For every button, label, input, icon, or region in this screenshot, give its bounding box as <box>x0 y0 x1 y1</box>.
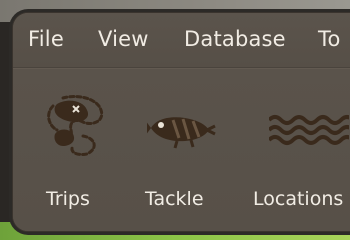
tackle-button[interactable]: Tackle <box>143 90 233 230</box>
locations-button[interactable]: Locations <box>253 90 350 230</box>
app-window: File View Database To Trips Tackle Locat… <box>12 12 350 232</box>
water-waves-icon <box>269 115 349 145</box>
fishing-lure-icon <box>147 117 216 149</box>
menu-bar: File View Database To <box>13 13 350 68</box>
trips-button[interactable]: Trips <box>41 90 121 230</box>
menu-file[interactable]: File <box>28 27 64 51</box>
tackle-label: Tackle <box>145 188 204 210</box>
toolbar: Trips Tackle Locations <box>13 68 350 231</box>
trips-label: Trips <box>46 188 90 210</box>
menu-database[interactable]: Database <box>184 27 286 51</box>
locations-label: Locations <box>253 188 344 210</box>
menu-tools[interactable]: To <box>318 27 341 51</box>
menu-view[interactable]: View <box>98 27 149 51</box>
trips-map-icon <box>47 95 104 156</box>
